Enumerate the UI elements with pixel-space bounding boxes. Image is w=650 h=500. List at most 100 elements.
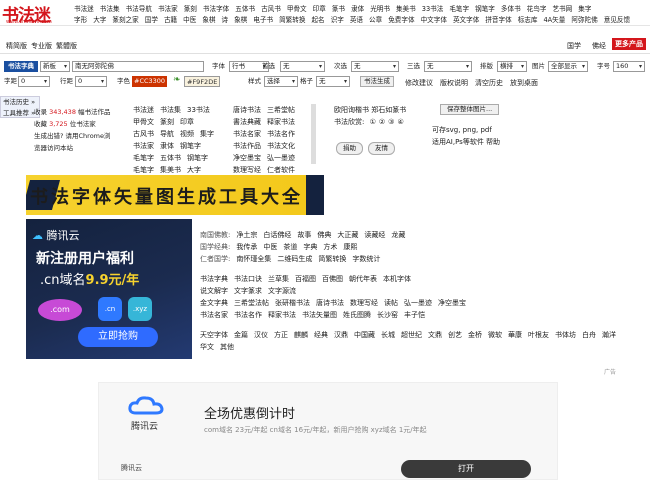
bottom-ad[interactable]: 腾讯云 全场优惠倒计时 com域名 23元/年起 cn域名 16元/年起，新用户… xyxy=(98,382,558,480)
link-row8-13[interactable]: 微软 xyxy=(488,329,502,341)
text-input[interactable]: 南无阿弥陀佛 xyxy=(72,61,204,72)
link-row2-4[interactable]: 字典 xyxy=(303,241,317,253)
link-row8-14[interactable]: 華康 xyxy=(508,329,522,341)
layout-select[interactable]: 横排 xyxy=(497,61,527,72)
bg-color-swatch[interactable]: #F9F2DE xyxy=(184,76,221,87)
link-b-0-1[interactable]: 三希堂帖 xyxy=(267,104,295,116)
nav-link-bottom-19[interactable]: 标志库 xyxy=(518,14,538,24)
link-row2-0[interactable]: 国学经典: xyxy=(200,241,230,253)
link-row2-3[interactable]: 茶道 xyxy=(283,241,297,253)
link-row3-2[interactable]: 二维码生成 xyxy=(277,253,312,265)
nav-link-bottom-13[interactable]: 英语 xyxy=(350,14,363,24)
nav-link-top-12[interactable]: 光明书 xyxy=(370,3,390,13)
nav-link-bottom-4[interactable]: 古籍 xyxy=(164,14,177,24)
link-guoxue[interactable]: 国学 xyxy=(567,41,581,51)
link-b-4-0[interactable]: 净空墨宝 xyxy=(233,152,261,164)
link-row5-2[interactable]: 文字源流 xyxy=(268,285,296,297)
version-link-1[interactable]: 专业版 xyxy=(31,42,52,50)
nav-link-top-4[interactable]: 篆刻 xyxy=(184,3,197,13)
link-a-0-0[interactable]: 书法迷 xyxy=(133,104,154,116)
toolbar-link-2[interactable]: 清空历史 xyxy=(475,79,503,87)
link-row6-6[interactable]: 弘一墨迹 xyxy=(404,297,432,309)
link-row8-10[interactable]: 文鼎 xyxy=(428,329,442,341)
link-row3-4[interactable]: 字数统计 xyxy=(352,253,380,265)
ad-cta-button[interactable]: 立即抢购 xyxy=(78,327,158,347)
link-row7-6[interactable]: 丰子恺 xyxy=(404,309,425,321)
link-row8-4[interactable]: 麒麟 xyxy=(294,329,308,341)
nav-link-top-16[interactable]: 钢笔字 xyxy=(475,3,495,13)
link-row5-1[interactable]: 文字篆求 xyxy=(234,285,262,297)
link-fojing[interactable]: 佛经 xyxy=(592,41,606,51)
link-row8-7[interactable]: 中国藏 xyxy=(354,329,375,341)
link-row1-4[interactable]: 佛典 xyxy=(317,229,331,241)
nav-link-top-0[interactable]: 书法迷 xyxy=(74,3,94,13)
link-row8-18[interactable]: 瀚洋 xyxy=(602,329,616,341)
link-b-3-0[interactable]: 书法作品 xyxy=(233,140,261,152)
link-row1-2[interactable]: 白话佛经 xyxy=(263,229,291,241)
link-row1-3[interactable]: 故事 xyxy=(297,229,311,241)
scrollbar[interactable] xyxy=(311,104,316,164)
link-b-1-1[interactable]: 释家书法 xyxy=(267,116,295,128)
link-row2-2[interactable]: 中医 xyxy=(263,241,277,253)
nav-link-bottom-7[interactable]: 诗 xyxy=(222,14,229,24)
nav-link-bottom-8[interactable]: 象棋 xyxy=(234,14,247,24)
link-a-3-2[interactable]: 钢笔字 xyxy=(180,140,201,152)
link-row8-6[interactable]: 汉鼎 xyxy=(334,329,348,341)
link-row4-6[interactable]: 本机字体 xyxy=(383,273,411,285)
link-a-2-1[interactable]: 导航 xyxy=(160,128,174,140)
nav-link-bottom-3[interactable]: 国学 xyxy=(145,14,158,24)
link-row2-5[interactable]: 方术 xyxy=(323,241,337,253)
nav-link-bottom-15[interactable]: 免费字体 xyxy=(388,14,414,24)
nav-link-top-13[interactable]: 集美书 xyxy=(396,3,416,13)
toolbar-link-0[interactable]: 修改建议 xyxy=(405,79,433,87)
link-row8-12[interactable]: 金桥 xyxy=(468,329,482,341)
head-select[interactable]: 无 xyxy=(280,61,325,72)
tencent-cloud-ad[interactable]: ☁ 腾讯云 新注册用户福利 .cn域名9.9元/年 .com .cn .xyz … xyxy=(26,219,192,359)
link-row9-1[interactable]: 其他 xyxy=(220,341,234,353)
donate-button[interactable]: 捐助 xyxy=(336,142,363,155)
nav-link-top-8[interactable]: 甲骨文 xyxy=(287,3,307,13)
link-row8-15[interactable]: 叶根友 xyxy=(528,329,549,341)
third-select[interactable]: 无 xyxy=(424,61,472,72)
link-row8-0[interactable]: 天空字体 xyxy=(200,329,228,341)
version-link-2[interactable]: 繁體版 xyxy=(56,42,77,50)
nav-link-top-7[interactable]: 古风书 xyxy=(261,3,281,13)
link-row9-0[interactable]: 华文 xyxy=(200,341,214,353)
link-b-1-0[interactable]: 書法典藏 xyxy=(233,116,261,128)
link-row6-7[interactable]: 净空墨宝 xyxy=(438,297,466,309)
nav-link-top-5[interactable]: 书法字体 xyxy=(203,3,229,13)
link-row6-1[interactable]: 三希堂法帖 xyxy=(234,297,269,309)
calligraphy-line-1[interactable]: 欧阳询楷书 郑石如篆书 xyxy=(334,104,406,116)
appreciation-page-0[interactable]: ① xyxy=(370,118,376,126)
link-a-2-2[interactable]: 视频 xyxy=(180,128,194,140)
more-products-button[interactable]: 更多产品 xyxy=(612,38,646,50)
nav-link-bottom-5[interactable]: 中医 xyxy=(183,14,196,24)
link-row2-1[interactable]: 我传承 xyxy=(236,241,257,253)
link-row1-7[interactable]: 龙藏 xyxy=(391,229,405,241)
link-a-1-1[interactable]: 篆刻 xyxy=(160,116,174,128)
link-row4-4[interactable]: 百佛图 xyxy=(322,273,343,285)
nav-link-top-3[interactable]: 书法家 xyxy=(158,3,178,13)
appreciation-page-1[interactable]: ② xyxy=(379,118,385,126)
link-a-2-3[interactable]: 集字 xyxy=(200,128,214,140)
nav-link-bottom-11[interactable]: 起名 xyxy=(311,14,324,24)
line-spacing-select[interactable]: 0 xyxy=(75,76,107,87)
link-a-0-1[interactable]: 书法集 xyxy=(160,104,181,116)
link-row4-0[interactable]: 书法字典 xyxy=(200,273,228,285)
link-row7-2[interactable]: 释家书法 xyxy=(268,309,296,321)
nav-link-top-9[interactable]: 印章 xyxy=(313,3,326,13)
nav-link-top-14[interactable]: 33书法 xyxy=(422,3,444,13)
link-row8-17[interactable]: 白舟 xyxy=(582,329,596,341)
nav-link-bottom-0[interactable]: 字形 xyxy=(74,14,87,24)
link-row4-3[interactable]: 百福图 xyxy=(295,273,316,285)
link-b-0-0[interactable]: 唐诗书法 xyxy=(233,104,261,116)
link-row7-4[interactable]: 姓氏图腾 xyxy=(343,309,371,321)
nav-link-bottom-1[interactable]: 大字 xyxy=(93,14,106,24)
link-row3-1[interactable]: 南怀瑾全集 xyxy=(236,253,271,265)
link-a-4-2[interactable]: 钢笔字 xyxy=(187,152,208,164)
friend-button[interactable]: 友情 xyxy=(368,142,395,155)
nav-link-bottom-12[interactable]: 识字 xyxy=(331,14,344,24)
link-b-4-1[interactable]: 弘一墨迹 xyxy=(267,152,295,164)
promo-banner[interactable]: 书法字体矢量图生成工具大全 xyxy=(26,175,324,215)
link-a-4-0[interactable]: 毛笔字 xyxy=(133,152,154,164)
